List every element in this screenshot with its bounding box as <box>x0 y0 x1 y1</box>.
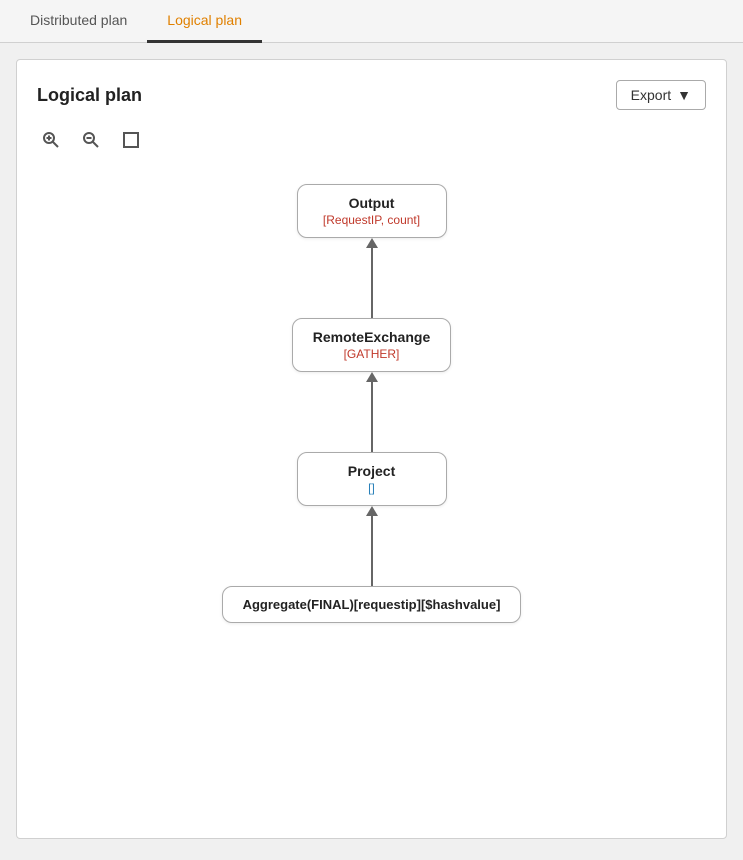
arrow-project-aggregate <box>366 506 378 586</box>
project-node-title: Project <box>318 463 426 479</box>
output-node-title: Output <box>318 195 426 211</box>
arrow-line-3 <box>371 516 373 586</box>
project-node[interactable]: Project [] <box>297 452 447 506</box>
zoom-in-button[interactable] <box>37 126 65 154</box>
zoom-out-button[interactable] <box>77 126 105 154</box>
plan-title: Logical plan <box>37 85 142 106</box>
fit-button[interactable] <box>117 126 145 154</box>
chevron-down-icon: ▼ <box>677 87 691 103</box>
remote-exchange-node-subtitle: [GATHER] <box>313 347 430 361</box>
diagram-toolbar <box>37 126 706 154</box>
arrowhead-1 <box>366 238 378 248</box>
arrow-output-remote <box>366 238 378 318</box>
zoom-in-icon <box>41 130 61 150</box>
output-node-subtitle: [RequestIP, count] <box>318 213 426 227</box>
aggregate-node-title: Aggregate(FINAL)[requestip][$hashvalue] <box>243 597 501 612</box>
aggregate-node[interactable]: Aggregate(FINAL)[requestip][$hashvalue] <box>222 586 522 623</box>
arrowhead-2 <box>366 372 378 382</box>
tab-distributed[interactable]: Distributed plan <box>10 0 147 43</box>
project-node-subtitle: [] <box>318 481 426 495</box>
diagram-area: Output [RequestIP, count] RemoteExchange… <box>37 174 706 633</box>
export-button[interactable]: Export ▼ <box>616 80 706 110</box>
tab-logical[interactable]: Logical plan <box>147 0 262 43</box>
arrow-line-1 <box>371 248 373 318</box>
arrow-remote-project <box>366 372 378 452</box>
arrowhead-3 <box>366 506 378 516</box>
plan-card: Logical plan Export ▼ <box>16 59 727 839</box>
tabs-bar: Distributed plan Logical plan <box>0 0 743 43</box>
plan-header: Logical plan Export ▼ <box>37 80 706 110</box>
remote-exchange-node[interactable]: RemoteExchange [GATHER] <box>292 318 451 372</box>
output-node[interactable]: Output [RequestIP, count] <box>297 184 447 238</box>
content-area: Logical plan Export ▼ <box>0 43 743 855</box>
remote-exchange-node-title: RemoteExchange <box>313 329 430 345</box>
zoom-out-icon <box>81 130 101 150</box>
fit-icon <box>121 130 141 150</box>
arrow-line-2 <box>371 382 373 452</box>
